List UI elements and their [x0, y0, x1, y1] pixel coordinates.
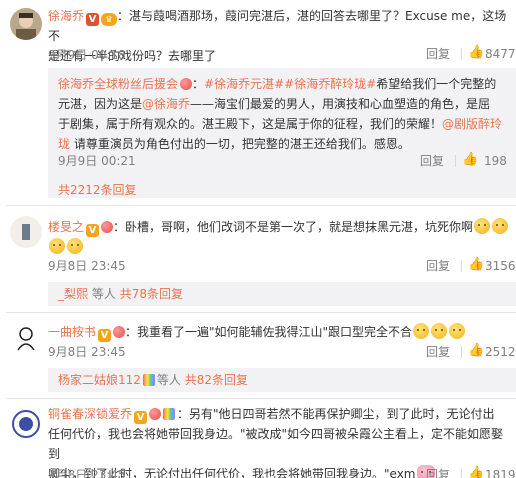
heart-badge-icon [113, 326, 126, 338]
reply-user-link[interactable]: _梨熙 [58, 287, 88, 301]
laugh-cry-emoji-icon [67, 238, 83, 254]
more-replies-count[interactable]: 共82条回复 [185, 373, 248, 387]
like-count: 1819 [485, 468, 516, 478]
more-replies-count[interactable]: 共78条回复 [120, 287, 183, 301]
reply-button[interactable]: 回复 [426, 46, 450, 62]
reply-user-link[interactable]: 杨家二姑娘112 [58, 373, 141, 387]
reply-button[interactable]: 回复 [426, 344, 450, 360]
like-count: 3156 [485, 259, 516, 273]
rainbow-badge-icon [163, 408, 176, 420]
laugh-cry-emoji-icon [49, 238, 65, 254]
reply-body: ——海宝们最爱的男人，用演技和心血塑造的角色，是屈 [190, 97, 491, 111]
avatar-photo-icon [10, 216, 42, 248]
avatar[interactable] [10, 8, 42, 40]
hashtag-link[interactable]: #徐海乔元湛# [204, 77, 284, 91]
comment-divider [6, 398, 516, 399]
thumbs-up-icon[interactable]: 👍 [468, 257, 484, 273]
comment-time: 9月8日 23:45 [48, 259, 126, 273]
avatar-photo-icon [10, 8, 42, 40]
laugh-cry-emoji-icon [474, 218, 491, 234]
verified-badge-icon: V [86, 13, 100, 26]
more-replies-link[interactable]: 杨家二姑娘112 等人 共82条回复 [58, 371, 248, 389]
reply-button[interactable]: 回复 [420, 153, 444, 169]
reply-summary-text: 等人 [156, 373, 181, 387]
comment-time: 9月8日 23:45 [48, 468, 126, 478]
more-replies-link[interactable]: _梨熙 等人 共78条回复 [58, 285, 183, 303]
hashtag-link[interactable]: #徐海乔醉玲珑# [284, 77, 376, 91]
reply-time: 9月9日 00:21 [58, 154, 136, 168]
verified-badge-icon: V [86, 224, 100, 237]
reply-summary-text: 等人 [91, 287, 116, 301]
comment-username[interactable]: 铜雀春深锁爱乔 [48, 407, 132, 421]
thumbs-up-icon[interactable]: 👍 [468, 343, 484, 359]
comment-time: 9月8日 23:45 [48, 345, 126, 359]
heart-badge-icon [180, 78, 193, 90]
avatar-drawing-icon [10, 322, 42, 354]
reply-body: 请尊重演员为角色付出的一切，把完整的湛王还给我们。感恩。 [73, 137, 410, 151]
more-replies-count[interactable]: 共2212条回复 [58, 183, 137, 197]
like-count: 2512 [485, 345, 516, 359]
rainbow-badge-icon [142, 374, 155, 386]
mention-link[interactable]: @剧版醉玲 [442, 117, 502, 131]
heart-badge-icon [101, 221, 114, 233]
comment-text: 一曲桉书 V ：我重看了一遍"如何能辅佐我得江山"跟口型完全不合 [48, 322, 512, 342]
reply-button[interactable]: 回复 [426, 258, 450, 274]
heart-badge-icon [149, 408, 162, 420]
avatar[interactable] [10, 322, 42, 354]
comment-username[interactable]: 一曲桉书 [48, 325, 96, 339]
comment-body: ：我重看了一遍"如何能辅佐我得江山"跟口型完全不合 [125, 325, 413, 339]
reply-text: 徐海乔全球粉丝后援会 ：#徐海乔元湛##徐海乔醉玲珑#希望给我们一个完整的 元湛，… [58, 77, 503, 151]
reply-body: 希望给我们一个完整的 [376, 77, 497, 91]
comment-divider [6, 205, 516, 206]
avatar-badge-icon [10, 408, 42, 440]
verified-badge-icon: V [98, 329, 112, 342]
comment-text: 楼旻之 V ：卧槽，哥啊，他们改词不是第一次了，就是想抹黑元湛，坑死你啊 [48, 217, 512, 257]
divider [461, 260, 462, 272]
comment-divider [6, 312, 516, 313]
smile-emoji-icon [449, 323, 466, 339]
comment-time: 9月9日 00:18 [48, 48, 126, 62]
comment-body-line2: 任何代价，我也会将她带回我身边。"被改成"如今四哥被朵霞公主看上，定不能如愿娶到 [48, 427, 504, 461]
divider [461, 48, 462, 60]
comment-body: ：卧槽，哥啊，他们改词不是第一次了，就是想抹黑元湛，坑死你啊 [113, 220, 474, 234]
comment-username[interactable]: 徐海乔 [48, 9, 84, 23]
thumbs-up-icon[interactable]: 👍 [462, 152, 478, 168]
more-replies-link[interactable]: 共2212条回复 [58, 181, 137, 199]
smile-emoji-icon [431, 323, 448, 339]
reply-username[interactable]: 徐海乔全球粉丝后援会 [58, 77, 178, 91]
divider [461, 346, 462, 358]
like-count: 8477 [485, 47, 516, 61]
smile-emoji-icon [413, 323, 430, 339]
avatar[interactable] [10, 408, 42, 440]
vip-badge-icon: ♛ [101, 13, 118, 26]
thumbs-up-icon[interactable]: 👍 [468, 45, 484, 61]
divider [455, 155, 456, 167]
mention-link-cont[interactable]: 珑 [58, 137, 70, 151]
thumbs-up-icon[interactable]: 👍 [468, 466, 484, 478]
verified-badge-icon: V [134, 411, 148, 424]
comment-username[interactable]: 楼旻之 [48, 220, 84, 234]
reply-body: 于剧集，属于所有观众的。湛王殿下，这是属于你的征程，我们的荣耀！ [58, 117, 443, 131]
laugh-cry-emoji-icon [492, 218, 509, 234]
divider [461, 469, 462, 478]
comment-body: ：另有"他日四哥若然不能再保护卿尘，到了此时，无论付出 [177, 407, 495, 421]
comment-body: ：湛与葭喝酒那场，葭问完湛后，湛的回答去哪里了？Excuse me，这场不 [48, 9, 507, 43]
avatar[interactable] [10, 216, 42, 248]
reply-body: 元湛，因为这是 [58, 97, 143, 111]
mention-link[interactable]: @徐海乔 [142, 97, 190, 111]
reply-button[interactable]: 回复 [426, 467, 450, 478]
like-count: 198 [484, 154, 507, 168]
